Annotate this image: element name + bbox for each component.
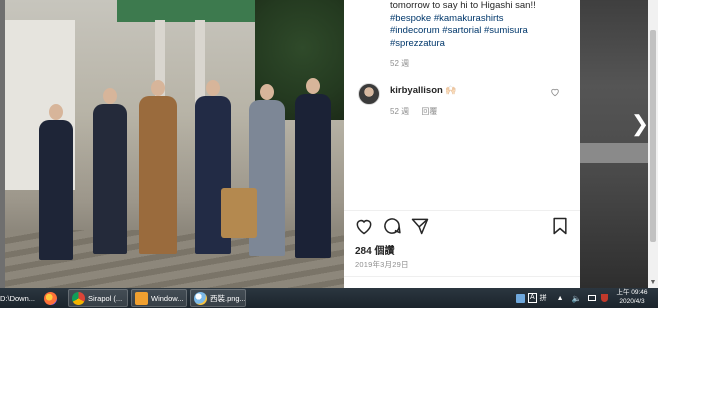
taskbar-item-label: Sirapol (... (88, 293, 123, 303)
hashtag-link[interactable]: #bespoke (390, 13, 431, 24)
taskbar-item-paint[interactable]: 西裝.png... (190, 289, 246, 307)
comment-timestamp: 52 週 (390, 107, 410, 116)
taskbar-item-chrome[interactable]: Sirapol (... (68, 289, 128, 307)
comment-icon[interactable] (382, 216, 404, 238)
caption-timestamp: 52 週 (390, 59, 410, 68)
hashtag-link[interactable]: #sprezzatura (390, 38, 445, 49)
ime-lang-icon[interactable]: 拼 (540, 293, 547, 303)
comment-text: 🙌🏻 (445, 85, 457, 95)
taskbar-item-explorer[interactable]: D:\Down... (0, 289, 36, 307)
post-photo (5, 0, 344, 288)
window-icon (135, 291, 148, 305)
comment-username[interactable]: kirbyallison (390, 85, 443, 96)
divider (344, 276, 580, 277)
caption-line: tomorrow to say hi to Higashi san!! (390, 0, 536, 11)
next-post-preview[interactable] (580, 0, 652, 288)
hashtag-link[interactable]: #indecorum (390, 25, 440, 36)
firefox-icon (44, 291, 57, 305)
volume-icon[interactable]: 🔈 (572, 294, 582, 303)
taskbar-item-label: 西裝.png... (210, 293, 246, 303)
bookmark-icon[interactable] (550, 216, 572, 238)
heart-icon[interactable] (550, 87, 562, 99)
chevron-up-icon[interactable]: ▲ (557, 295, 564, 302)
ime-mode-icon[interactable]: A (528, 293, 537, 303)
post-date: 2019年3月29日 (355, 260, 409, 269)
post-caption: tomorrow to say hi to Higashi san!! #bes… (390, 0, 576, 50)
taskbar-item-window[interactable]: Window... (131, 289, 187, 307)
reply-button[interactable]: 回覆 (421, 107, 437, 116)
comments-panel: tomorrow to say hi to Higashi san!! #bes… (344, 0, 580, 288)
system-tray: A 拼 ▲ 🔈 (516, 289, 612, 307)
paper-plane-icon[interactable] (410, 216, 432, 238)
taskbar-item-label: Window... (151, 293, 184, 303)
action-bar (354, 216, 574, 240)
paint-icon (194, 291, 207, 305)
chrome-icon (72, 291, 85, 305)
hashtag-link[interactable]: #sartorial (442, 25, 481, 36)
scroll-down-arrow-icon[interactable]: ▼ (648, 278, 658, 288)
battery-icon[interactable] (587, 295, 596, 301)
taskbar-clock[interactable]: 上午 09:46 2020/4/3 (612, 289, 652, 306)
clock-date: 2020/4/3 (619, 297, 645, 305)
shield-icon[interactable] (600, 294, 608, 302)
like-count[interactable]: 284 個讚 (355, 242, 394, 257)
hashtag-link[interactable]: #sumisura (484, 25, 528, 36)
scrollbar-thumb[interactable] (650, 30, 656, 242)
divider (344, 210, 580, 211)
heart-icon[interactable] (354, 216, 376, 238)
comment-meta: 52 週 回覆 (390, 106, 447, 117)
avatar[interactable] (358, 83, 380, 105)
network-tray-icon[interactable] (516, 293, 525, 303)
taskbar: D:\Down... Sirapol (... Window... 西裝.png… (0, 288, 658, 308)
hashtag-link[interactable]: #kamakurashirts (434, 13, 504, 24)
taskbar-item-label: D:\Down... (0, 293, 36, 303)
clock-time: 上午 09:46 (616, 289, 648, 296)
taskbar-item-firefox[interactable] (40, 289, 64, 307)
